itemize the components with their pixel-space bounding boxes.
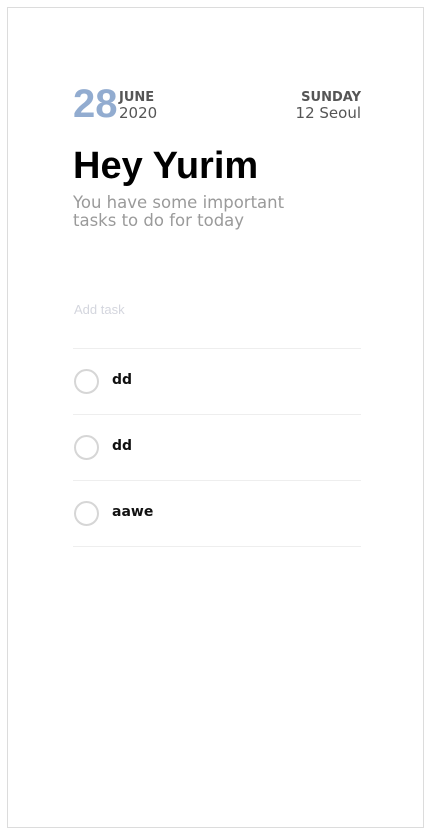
task-item: dd xyxy=(73,415,361,481)
day-number: 28 xyxy=(73,82,118,126)
task-label: dd xyxy=(112,438,133,454)
task-label: dd xyxy=(112,372,133,388)
task-list: dd dd aawe xyxy=(73,348,361,547)
weekday-label: SUNDAY xyxy=(301,90,361,105)
year-label: 2020 xyxy=(119,104,158,122)
task-item: dd xyxy=(73,349,361,415)
city-label: 12 Seoul xyxy=(295,104,361,122)
month-label: JUNE xyxy=(119,90,155,105)
task-label: aawe xyxy=(112,504,154,520)
task-checkbox[interactable] xyxy=(74,369,99,394)
task-item: aawe xyxy=(73,481,361,547)
greeting-title: Hey Yurim xyxy=(73,145,259,187)
date-header: 28 JUNE 2020 SUNDAY 12 Seoul xyxy=(73,83,361,127)
task-checkbox[interactable] xyxy=(74,501,99,526)
greeting-subtitle: You have some important tasks to do for … xyxy=(73,193,285,230)
task-checkbox[interactable] xyxy=(74,435,99,460)
todo-card: 28 JUNE 2020 SUNDAY 12 Seoul Hey Yurim Y… xyxy=(7,7,424,828)
add-task-input[interactable] xyxy=(73,298,362,320)
